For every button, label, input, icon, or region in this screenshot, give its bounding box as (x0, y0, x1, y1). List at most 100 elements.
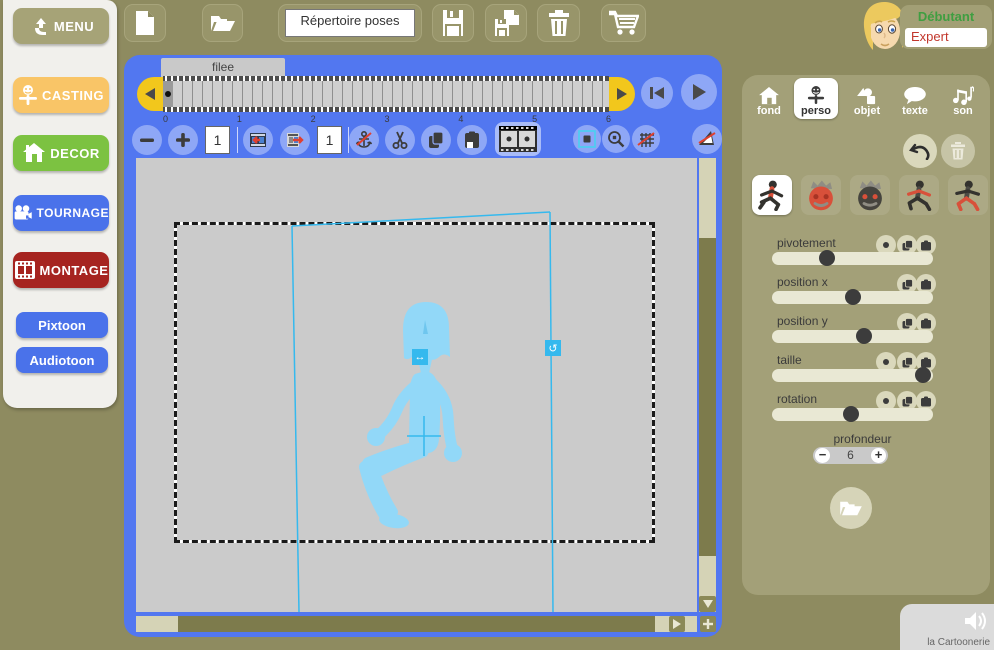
add-frame-button[interactable] (168, 125, 198, 155)
vertical-scrollbar[interactable] (699, 158, 716, 612)
horizontal-scrollbar[interactable] (136, 616, 697, 632)
playhead-dot (165, 91, 171, 97)
paste-icon (921, 357, 931, 367)
scissors-icon (392, 131, 408, 149)
frame-view-button[interactable] (495, 122, 541, 156)
timeline-tab[interactable]: filee (161, 58, 285, 77)
sidebar-item-audiotoon[interactable]: Audiotoon (16, 347, 108, 373)
insert-frames-before-button[interactable] (243, 125, 273, 155)
level-beginner[interactable]: Débutant (900, 9, 992, 24)
pose-repertoire-field[interactable]: Répertoire poses (285, 9, 415, 37)
insert-frames-after-button[interactable] (280, 125, 310, 155)
mask-toggle-button[interactable] (692, 124, 722, 154)
taille-slider[interactable] (772, 367, 933, 383)
position-y-slider-thumb[interactable] (855, 328, 872, 344)
unanchor-button[interactable] (349, 125, 379, 155)
timeline-filmstrip[interactable] (163, 76, 609, 112)
paste-icon (921, 240, 931, 250)
speech-bubble-icon (904, 87, 926, 105)
play-icon (693, 84, 706, 100)
timeline-ruler: 0 1 2 3 4 5 6 (163, 114, 611, 124)
new-file-button[interactable] (124, 4, 166, 42)
pose-repertoire-button[interactable]: Répertoire poses (278, 4, 422, 42)
dot-icon (883, 242, 889, 248)
horizontal-scroll-thumb[interactable] (178, 616, 655, 632)
save-as-button[interactable] (485, 4, 527, 42)
house-icon (759, 87, 779, 105)
puppet-icon (19, 85, 37, 105)
sidebar-item-menu[interactable]: MENU (13, 8, 109, 44)
skip-start-icon (650, 87, 664, 99)
trash-icon (951, 142, 965, 160)
taille-slider-thumb[interactable] (915, 367, 932, 383)
speaker-icon[interactable] (962, 608, 988, 634)
undo-arrow-icon (909, 143, 930, 160)
timeline-scroll-left-button[interactable] (137, 77, 163, 111)
scale-handle[interactable]: ↔ (412, 349, 428, 365)
tab-son[interactable]: son (941, 78, 985, 119)
scroll-down-button[interactable] (699, 596, 716, 612)
tab-objet[interactable]: objet (845, 78, 889, 119)
copy-icon (902, 317, 913, 328)
perso-thumb-5[interactable] (948, 175, 988, 215)
sidebar-item-label: Audiotoon (29, 352, 95, 368)
level-expert[interactable]: Expert (905, 28, 987, 47)
sidebar-item-label: TOURNAGE (36, 206, 109, 220)
sidebar-item-montage[interactable]: MONTAGE (13, 252, 109, 288)
stick-figure-red-arms-icon (907, 180, 932, 211)
left-triangle-icon (145, 88, 155, 100)
go-to-start-button[interactable] (641, 77, 673, 109)
canvas-zoom-in-button[interactable] (700, 616, 716, 632)
position-x-slider-thumb[interactable] (844, 289, 861, 305)
zoom-tool-button[interactable] (602, 125, 630, 153)
paste-button[interactable] (457, 125, 487, 155)
sidebar-item-casting[interactable]: CASTING (13, 77, 109, 113)
red-face-icon (809, 180, 833, 211)
rotation-slider-thumb[interactable] (842, 406, 859, 422)
right-triangle-icon (617, 88, 627, 100)
shop-button[interactable] (601, 4, 646, 42)
perso-thumb-3[interactable] (850, 175, 890, 215)
select-mode-button[interactable] (573, 125, 601, 153)
library-button[interactable] (830, 487, 872, 529)
frame-step-input[interactable]: 1 (205, 126, 230, 154)
rotation-slider[interactable] (772, 406, 933, 422)
perso-thumb-2[interactable] (801, 175, 841, 215)
grid-toggle-button[interactable] (632, 125, 660, 153)
depth-increase-button[interactable]: + (871, 448, 886, 463)
tick-label: 6 (605, 114, 611, 124)
scene-canvas[interactable]: ↔ ↺ (136, 158, 697, 612)
timeline-current-frame[interactable] (163, 81, 173, 107)
brand-label: la Cartoonerie (927, 637, 990, 648)
vertical-scroll-thumb[interactable] (699, 238, 716, 556)
sidebar-item-tournage[interactable]: TOURNAGE (13, 195, 109, 231)
open-folder-icon (210, 16, 235, 31)
rotate-handle[interactable]: ↺ (545, 340, 561, 356)
sidebar-item-pixtoon[interactable]: Pixtoon (16, 312, 108, 338)
save-button[interactable] (432, 4, 474, 42)
cut-button[interactable] (385, 125, 415, 155)
copy-button[interactable] (421, 125, 451, 155)
slider-label: rotation (777, 392, 818, 406)
tab-texte[interactable]: texte (893, 78, 937, 119)
delete-element-button[interactable] (941, 134, 975, 168)
sidebar-item-decor[interactable]: DECOR (13, 135, 109, 171)
frame-count-input[interactable]: 1 (317, 126, 342, 154)
position-x-slider[interactable] (772, 289, 933, 305)
position-y-slider[interactable] (772, 328, 933, 344)
pivotement-slider-thumb[interactable] (818, 250, 835, 266)
sidebar-item-label: MENU (53, 18, 95, 34)
delete-button[interactable] (537, 4, 580, 42)
perso-thumb-1[interactable] (752, 175, 792, 215)
shapes-icon (857, 87, 876, 105)
tab-perso[interactable]: perso (794, 78, 838, 119)
timeline-scroll-right-button[interactable] (609, 77, 635, 111)
undo-button[interactable] (903, 134, 937, 168)
remove-frame-button[interactable] (132, 125, 162, 155)
scroll-right-button[interactable] (669, 616, 685, 632)
tab-fond[interactable]: fond (747, 78, 791, 119)
pivotement-slider[interactable] (772, 250, 933, 266)
open-file-button[interactable] (202, 4, 243, 42)
perso-thumb-4[interactable] (899, 175, 939, 215)
play-button[interactable] (681, 74, 717, 110)
